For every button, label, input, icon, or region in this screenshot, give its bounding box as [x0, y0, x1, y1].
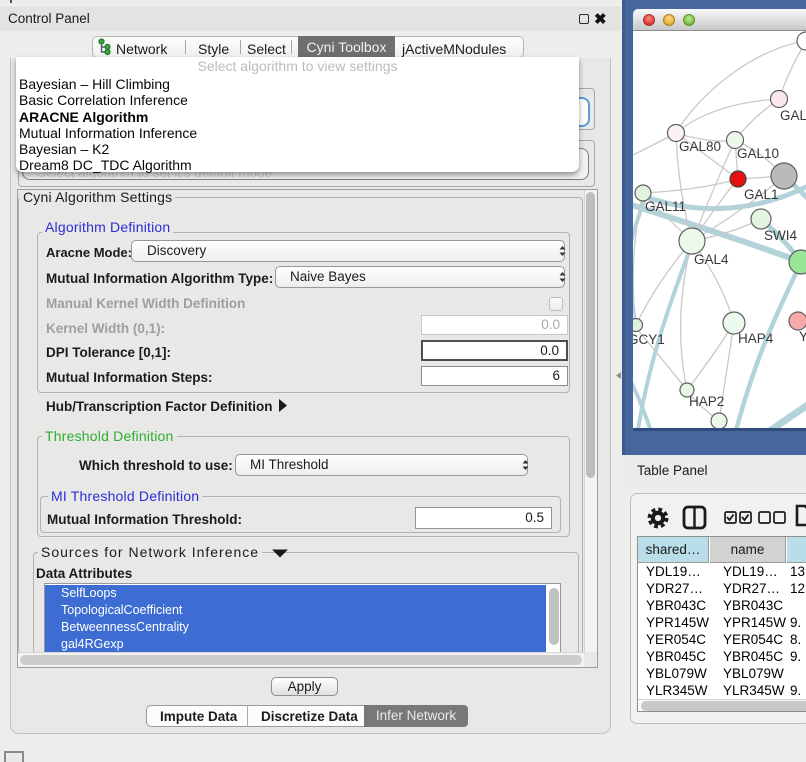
svg-text:YEL0: YEL0	[799, 329, 806, 344]
svg-text:GCY1: GCY1	[633, 332, 665, 347]
svg-text:SWI4: SWI4	[764, 228, 797, 243]
svg-text:GAL2: GAL2	[780, 108, 806, 123]
svg-text:GAL10: GAL10	[737, 146, 779, 161]
svg-text:GAL11: GAL11	[645, 199, 686, 214]
svg-text:HAP4: HAP4	[738, 331, 774, 346]
svg-text:GAL4: GAL4	[694, 252, 729, 267]
svg-text:HAP2: HAP2	[689, 394, 724, 409]
svg-text:GAL1: GAL1	[744, 187, 779, 202]
svg-text:GAL80: GAL80	[679, 139, 721, 154]
